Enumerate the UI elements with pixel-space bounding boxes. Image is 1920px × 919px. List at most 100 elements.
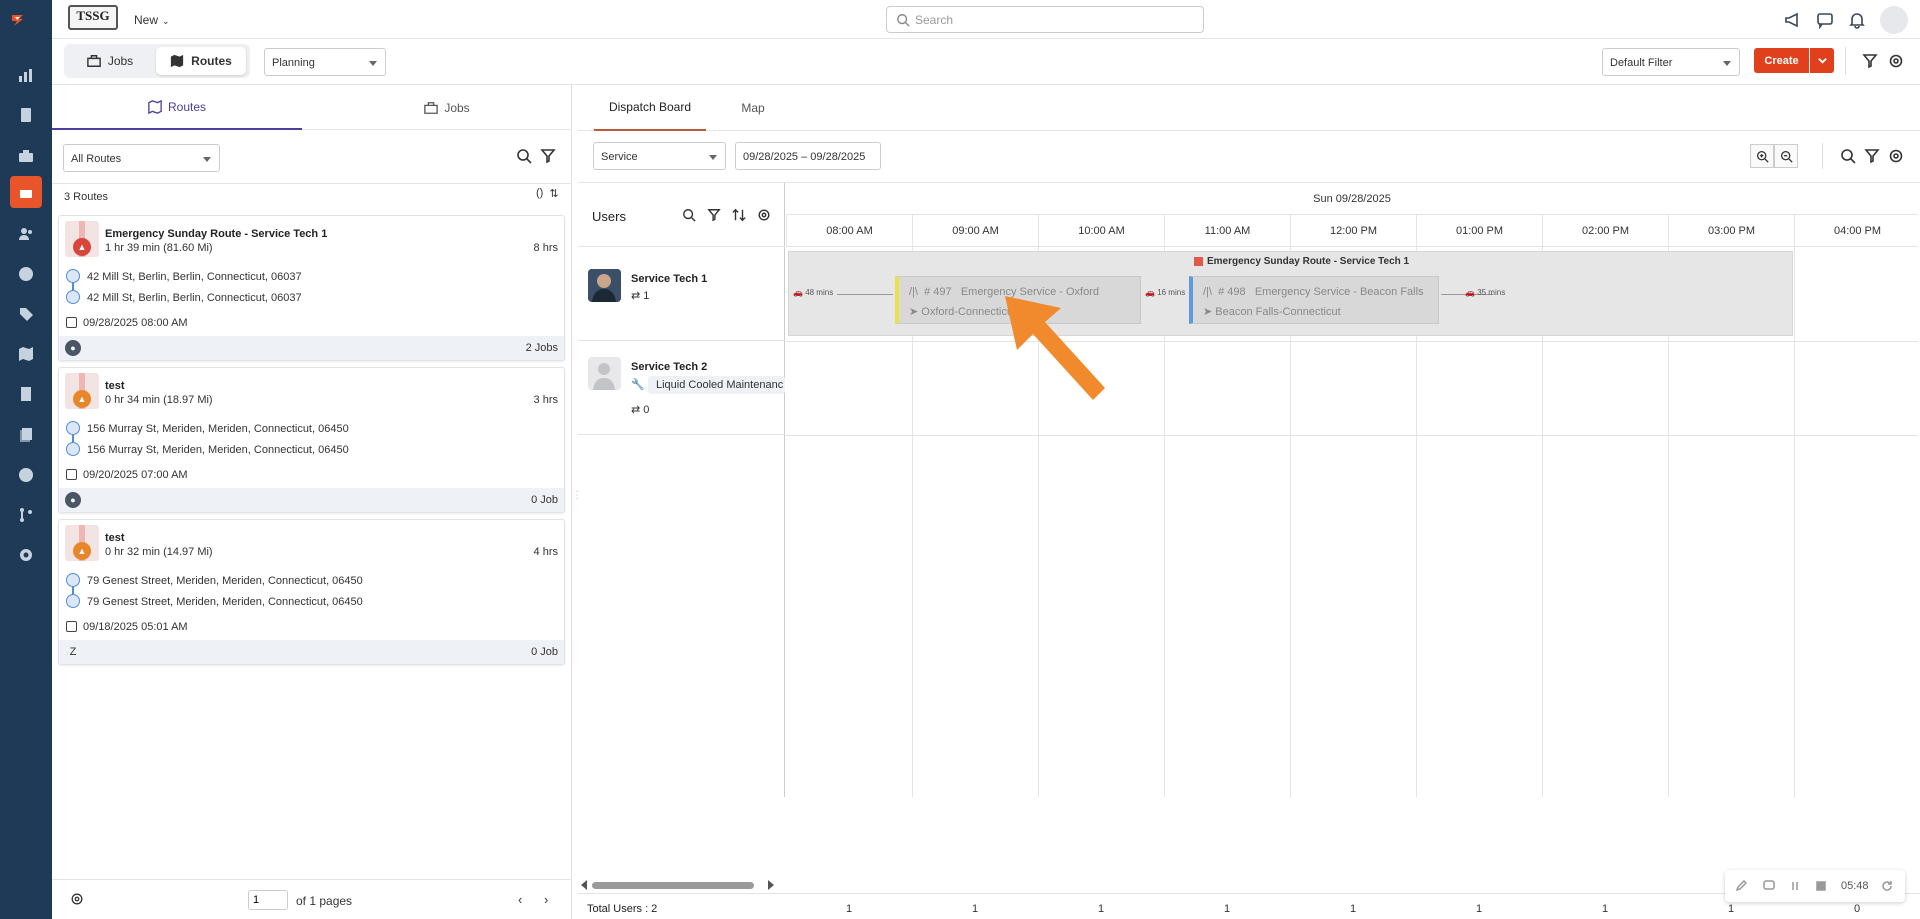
- refresh-icon[interactable]: [1881, 880, 1893, 892]
- tab-jobs-label: Jobs: [444, 100, 470, 115]
- total-cell: 1: [1601, 903, 1609, 915]
- hour-label: 02:00 PM: [1542, 215, 1668, 247]
- tab-routes[interactable]: Routes: [52, 85, 302, 130]
- grid-line: [786, 435, 1918, 436]
- technician-avatar: [588, 269, 621, 302]
- route-hours: 8 hrs: [533, 242, 558, 254]
- filter-select[interactable]: Default Filter: [1602, 48, 1740, 76]
- route-end-address: 156 Murray St, Meriden, Meriden, Connect…: [87, 444, 349, 456]
- service-select-value: Service: [601, 151, 638, 163]
- calendar-icon[interactable]: [10, 176, 42, 208]
- tag-icon[interactable]: [14, 302, 38, 326]
- route-marker-icon: ▲: [73, 238, 91, 256]
- sort-icon[interactable]: [732, 208, 746, 222]
- tab-dispatch-board[interactable]: Dispatch Board: [594, 85, 706, 131]
- expand-toggle[interactable]: (): [536, 187, 543, 200]
- route-hours: 4 hrs: [533, 546, 558, 558]
- mode-select[interactable]: Planning: [264, 48, 386, 76]
- comment-icon[interactable]: [1763, 880, 1775, 892]
- drive-time-value: 16 mins: [1157, 288, 1186, 297]
- users-icon[interactable]: [14, 222, 38, 246]
- clock-icon[interactable]: [14, 262, 38, 286]
- grid-line: [786, 341, 1918, 342]
- job-block[interactable]: /|\ # 498 Emergency Service - Beacon Fal…: [1189, 276, 1439, 324]
- routes-filter-value: All Routes: [71, 153, 122, 165]
- stop-icon[interactable]: [1815, 880, 1827, 892]
- sort-icon[interactable]: ⇅: [549, 187, 558, 200]
- divider: [52, 183, 572, 184]
- documents-icon[interactable]: [14, 103, 38, 127]
- route-start-address: 79 Genest Street, Meriden, Meriden, Conn…: [87, 575, 363, 587]
- calendar-icon: [66, 469, 77, 480]
- view-jobs-button[interactable]: Jobs: [68, 47, 152, 75]
- route-card[interactable]: ▲ Emergency Sunday Route - Service Tech …: [58, 215, 565, 361]
- filter-icon[interactable]: [1862, 53, 1878, 69]
- route-thumbnail: ▲: [65, 373, 99, 409]
- create-dropdown-button[interactable]: [1810, 48, 1834, 73]
- filter-icon[interactable]: [707, 208, 721, 222]
- create-button[interactable]: Create: [1754, 48, 1809, 73]
- left-nav-rail: [0, 0, 52, 919]
- settings-gear-icon[interactable]: [70, 892, 84, 906]
- users-title: Users: [592, 209, 626, 224]
- total-cell: 1: [845, 903, 853, 915]
- settings-gear-icon[interactable]: [757, 208, 771, 222]
- divider: [1845, 47, 1846, 75]
- zoom-in-icon: [1756, 150, 1769, 163]
- date-range-picker[interactable]: 09/28/2025 – 09/28/2025: [735, 142, 881, 170]
- app-logo-icon[interactable]: [10, 12, 42, 44]
- view-routes-button[interactable]: Routes: [156, 47, 246, 75]
- search-icon[interactable]: [1840, 148, 1856, 164]
- scrollbar-thumb[interactable]: [592, 882, 754, 889]
- routes-panel: Routes Jobs All Routes 3 Routes () ⇅ ▲ E…: [52, 85, 572, 919]
- briefcase-icon: [86, 55, 101, 67]
- page-number-input[interactable]: [248, 890, 288, 910]
- company-logo[interactable]: TSSG: [68, 5, 118, 30]
- route-band-title-text: Emergency Sunday Route - Service Tech 1: [1207, 256, 1410, 267]
- tab-jobs[interactable]: Jobs: [322, 85, 572, 130]
- search-input[interactable]: [915, 11, 1185, 29]
- next-page-icon[interactable]: ›: [544, 892, 548, 907]
- search-icon[interactable]: [516, 148, 532, 164]
- route-duration: 0 hr 34 min (18.97 Mi): [105, 394, 213, 406]
- route-card[interactable]: ▲ test 0 hr 34 min (18.97 Mi) 3 hrs 156 …: [58, 367, 565, 513]
- invoice-icon[interactable]: [14, 382, 38, 406]
- map-icon[interactable]: [14, 342, 38, 366]
- chat-icon[interactable]: [1816, 11, 1834, 30]
- service-select[interactable]: Service: [593, 142, 726, 170]
- settings-gear-icon[interactable]: [1888, 53, 1904, 69]
- analytics-icon[interactable]: [14, 63, 38, 87]
- settings-gear-icon[interactable]: [14, 543, 38, 567]
- route-icon: ⇄: [631, 404, 641, 416]
- settings-gear-icon[interactable]: [1888, 148, 1904, 164]
- search-icon[interactable]: [682, 208, 696, 222]
- routes-sort-controls: () ⇅: [536, 187, 559, 200]
- zoom-in-button[interactable]: [1750, 144, 1774, 168]
- workflow-icon[interactable]: [14, 503, 38, 527]
- announcement-icon[interactable]: [1784, 11, 1802, 29]
- tab-map[interactable]: Map: [726, 85, 780, 131]
- pause-icon[interactable]: [1789, 880, 1801, 892]
- pen-icon[interactable]: [1735, 879, 1748, 892]
- prev-page-icon[interactable]: ‹: [518, 892, 522, 907]
- route-card[interactable]: ▲ test 0 hr 32 min (14.97 Mi) 4 hrs 79 G…: [58, 519, 565, 665]
- files-icon[interactable]: [14, 423, 38, 447]
- scroll-right-arrow-icon[interactable]: [768, 880, 774, 890]
- filter-icon[interactable]: [1864, 148, 1880, 164]
- bell-icon[interactable]: [1848, 11, 1866, 29]
- route-band-title: Emergency Sunday Route - Service Tech 1: [1194, 256, 1409, 267]
- filter-icon[interactable]: [540, 148, 556, 164]
- route-band[interactable]: Emergency Sunday Route - Service Tech 1 …: [788, 251, 1793, 336]
- route-card-footer: ● 2 Jobs: [59, 336, 564, 360]
- scroll-left-arrow-icon[interactable]: [581, 880, 587, 890]
- route-hours: 3 hrs: [533, 394, 558, 406]
- user-avatar[interactable]: [1880, 6, 1908, 34]
- briefcase-icon[interactable]: [14, 144, 38, 168]
- reports-icon[interactable]: [14, 463, 38, 487]
- user-row[interactable]: Service Tech 1 ⇄ 1: [578, 247, 785, 341]
- horizontal-scrollbar[interactable]: [578, 879, 785, 891]
- zoom-out-button[interactable]: [1774, 144, 1798, 168]
- routes-filter-select[interactable]: All Routes: [63, 144, 220, 172]
- user-row[interactable]: Service Tech 2 🔧 Liquid Cooled Maintenan…: [578, 341, 785, 435]
- new-menu-button[interactable]: New ⌄: [134, 13, 170, 27]
